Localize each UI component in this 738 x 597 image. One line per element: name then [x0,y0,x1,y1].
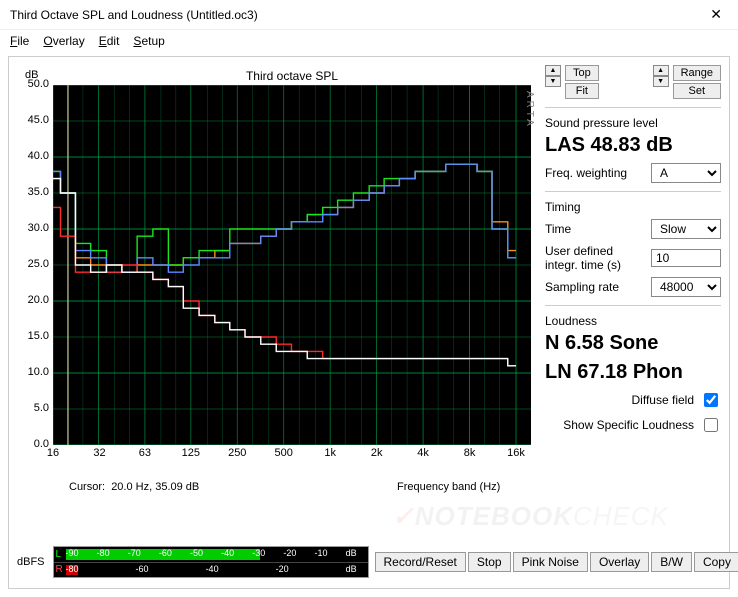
integration-time-label: User defined integr. time (s) [545,244,635,272]
record-reset-button[interactable]: Record/Reset [375,552,466,572]
set-button[interactable]: Set [673,83,721,99]
meters-label: dBFS [17,556,45,568]
meter-tick: -50 [190,548,203,558]
meter-tick: -80 [97,548,110,558]
range-spin-up[interactable]: ▲ [653,65,669,76]
x-tick: 2k [371,447,383,459]
meter-tick: -10 [315,548,328,558]
y-tick: 20.0 [23,294,49,306]
bw-button[interactable]: B/W [651,552,692,572]
meter-tick: -80 [66,564,79,574]
menu-file[interactable]: File [10,34,29,48]
x-tick: 250 [228,447,246,459]
show-specific-loudness-checkbox[interactable] [704,418,718,432]
sampling-rate-label: Sampling rate [545,280,619,294]
y-tick: 40.0 [23,150,49,162]
close-button[interactable]: ✕ [704,6,728,23]
meter-L-label: L [56,549,62,560]
meter-tick: -40 [221,548,234,558]
meter-tick: -60 [136,564,149,574]
spl-label: Sound pressure level [545,116,721,130]
spl-value: LAS 48.83 dB [545,134,721,157]
y-tick: 10.0 [23,366,49,378]
chart-svg [53,85,531,445]
y-tick: 45.0 [23,114,49,126]
integration-time-input[interactable] [651,249,721,267]
x-tick: 4k [417,447,429,459]
show-specific-loudness-label: Show Specific Loudness [563,418,694,432]
y-tick: 15.0 [23,330,49,342]
meter-tick: -20 [283,548,296,558]
meter-tick: -40 [206,564,219,574]
y-tick: 35.0 [23,186,49,198]
meter-R-label: R [56,564,63,575]
diffuse-field-checkbox[interactable] [704,393,718,407]
time-label: Time [545,222,571,236]
x-tick: 16k [507,447,525,459]
overlay-button[interactable]: Overlay [590,552,649,572]
time-select[interactable]: Slow [651,219,721,239]
copy-button[interactable]: Copy [694,552,738,572]
diffuse-field-label: Diffuse field [632,393,694,407]
meter-tick: -20 [276,564,289,574]
meter-tick: dB [346,564,357,574]
timing-label: Timing [545,200,721,214]
window-title: Third Octave SPL and Loudness (Untitled.… [10,8,258,22]
meter-tick: -70 [128,548,141,558]
menu-edit[interactable]: Edit [99,34,120,48]
freq-weighting-select[interactable]: A [651,163,721,183]
chart-title: Third octave SPL [53,69,531,83]
meter-tick: -30 [252,548,265,558]
meter-tick: dB [346,548,357,558]
stop-button[interactable]: Stop [468,552,511,572]
x-tick: 16 [47,447,59,459]
x-tick: 8k [464,447,476,459]
y-tick: 0.0 [23,438,49,450]
y-tick: 25.0 [23,258,49,270]
x-tick: 32 [93,447,105,459]
top-spin-up[interactable]: ▲ [545,65,561,76]
loudness-ln: LN 67.18 Phon [545,361,721,384]
x-tick: 1k [324,447,336,459]
top-spin-down[interactable]: ▼ [545,76,561,87]
sampling-rate-select[interactable]: 48000 [651,277,721,297]
cursor-readout: Cursor: 20.0 Hz, 35.09 dB [69,481,199,493]
chart-area: dB Third octave SPL ARTA 0.05.010.015.02… [17,65,537,535]
x-axis-label: Frequency band (Hz) [397,481,500,493]
arta-label: ARTA [524,91,535,129]
x-tick: 63 [139,447,151,459]
range-button[interactable]: Range [673,65,721,81]
y-tick: 50.0 [23,78,49,90]
y-tick: 30.0 [23,222,49,234]
menu-setup[interactable]: Setup [133,34,164,48]
range-spin-down[interactable]: ▼ [653,76,669,87]
x-tick: 125 [182,447,200,459]
fit-button[interactable]: Fit [565,83,599,99]
menu-overlay[interactable]: Overlay [43,34,84,48]
meter-tick: -90 [66,548,79,558]
top-button[interactable]: Top [565,65,599,81]
meter-tick: -60 [159,548,172,558]
y-tick: 5.0 [23,402,49,414]
level-meters: L -90-80-70-60-50-40-30-20-10dB R -80-60… [53,546,369,578]
freq-weighting-label: Freq. weighting [545,166,627,180]
loudness-label: Loudness [545,314,721,328]
loudness-n: N 6.58 Sone [545,332,721,355]
x-tick: 500 [275,447,293,459]
pink-noise-button[interactable]: Pink Noise [513,552,588,572]
